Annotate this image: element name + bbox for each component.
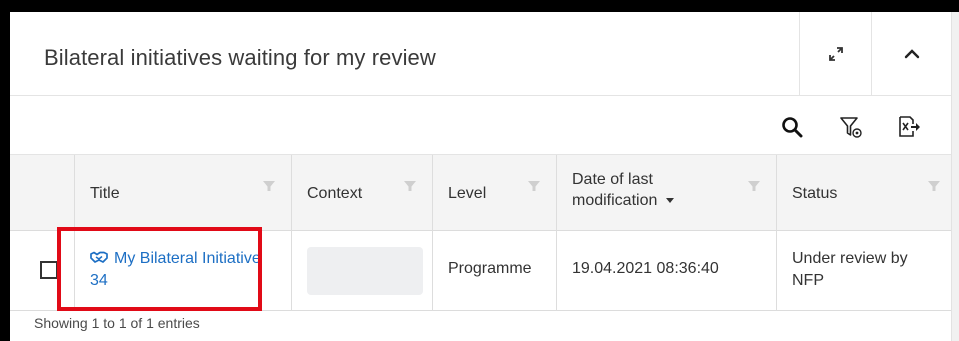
entries-summary: Showing 1 to 1 of 1 entries bbox=[34, 315, 200, 331]
date-cell: 19.04.2021 08:36:40 bbox=[556, 231, 776, 311]
funnel-icon[interactable] bbox=[527, 179, 541, 193]
expand-arrows-icon bbox=[828, 47, 843, 61]
level-cell: Programme bbox=[432, 231, 556, 311]
column-header-context[interactable]: Context bbox=[291, 155, 432, 231]
widget-title: Bilateral initiatives waiting for my rev… bbox=[44, 45, 436, 70]
expand-button[interactable] bbox=[799, 12, 871, 96]
status-cell: Under review by NFP bbox=[776, 231, 951, 311]
search-button[interactable] bbox=[779, 114, 805, 140]
table-header: Title Context Level Date of last modific… bbox=[10, 155, 951, 231]
select-cell bbox=[10, 231, 74, 311]
column-label-status: Status bbox=[792, 185, 838, 202]
column-label-context: Context bbox=[307, 185, 363, 202]
funnel-icon[interactable] bbox=[403, 179, 417, 193]
context-value-placeholder bbox=[307, 247, 423, 295]
level-value: Programme bbox=[448, 260, 532, 277]
review-widget: Bilateral initiatives waiting for my rev… bbox=[10, 12, 959, 341]
search-icon bbox=[782, 117, 803, 138]
scrollbar-track[interactable] bbox=[951, 12, 959, 341]
date-value: 19.04.2021 08:36:40 bbox=[572, 260, 719, 277]
select-column-header bbox=[10, 155, 74, 231]
context-cell bbox=[291, 231, 432, 311]
handshake-icon bbox=[90, 251, 108, 263]
status-value: Under review by NFP bbox=[792, 250, 908, 289]
sort-descending-icon[interactable] bbox=[665, 196, 675, 204]
column-header-status[interactable]: Status bbox=[776, 155, 951, 231]
chevron-up-icon bbox=[904, 49, 919, 59]
column-header-date[interactable]: Date of last modification bbox=[556, 155, 776, 231]
initiative-link-text[interactable]: My Bilateral Initiative 34 bbox=[90, 250, 261, 289]
widget-header: Bilateral initiatives waiting for my rev… bbox=[10, 12, 951, 96]
collapse-button[interactable] bbox=[871, 12, 951, 96]
initiative-link[interactable]: My Bilateral Initiative 34 bbox=[90, 248, 280, 292]
filter-settings-button[interactable] bbox=[838, 114, 864, 140]
table-toolbar bbox=[10, 96, 951, 155]
column-label-title: Title bbox=[90, 185, 120, 202]
funnel-icon[interactable] bbox=[927, 179, 941, 193]
title-cell: My Bilateral Initiative 34 bbox=[74, 231, 291, 311]
filter-settings-icon bbox=[840, 117, 862, 138]
funnel-icon[interactable] bbox=[747, 179, 761, 193]
column-label-date: Date of last modification bbox=[572, 169, 722, 211]
column-label-date-text: Date of last modification bbox=[572, 171, 658, 209]
row-checkbox[interactable] bbox=[40, 261, 58, 279]
table-row[interactable]: My Bilateral Initiative 34 Programme 19.… bbox=[10, 231, 951, 311]
column-header-level[interactable]: Level bbox=[432, 155, 556, 231]
export-excel-button[interactable] bbox=[897, 114, 923, 140]
export-excel-icon bbox=[899, 116, 920, 137]
column-label-level: Level bbox=[448, 185, 487, 202]
funnel-icon[interactable] bbox=[262, 179, 276, 193]
column-header-title[interactable]: Title bbox=[74, 155, 291, 231]
